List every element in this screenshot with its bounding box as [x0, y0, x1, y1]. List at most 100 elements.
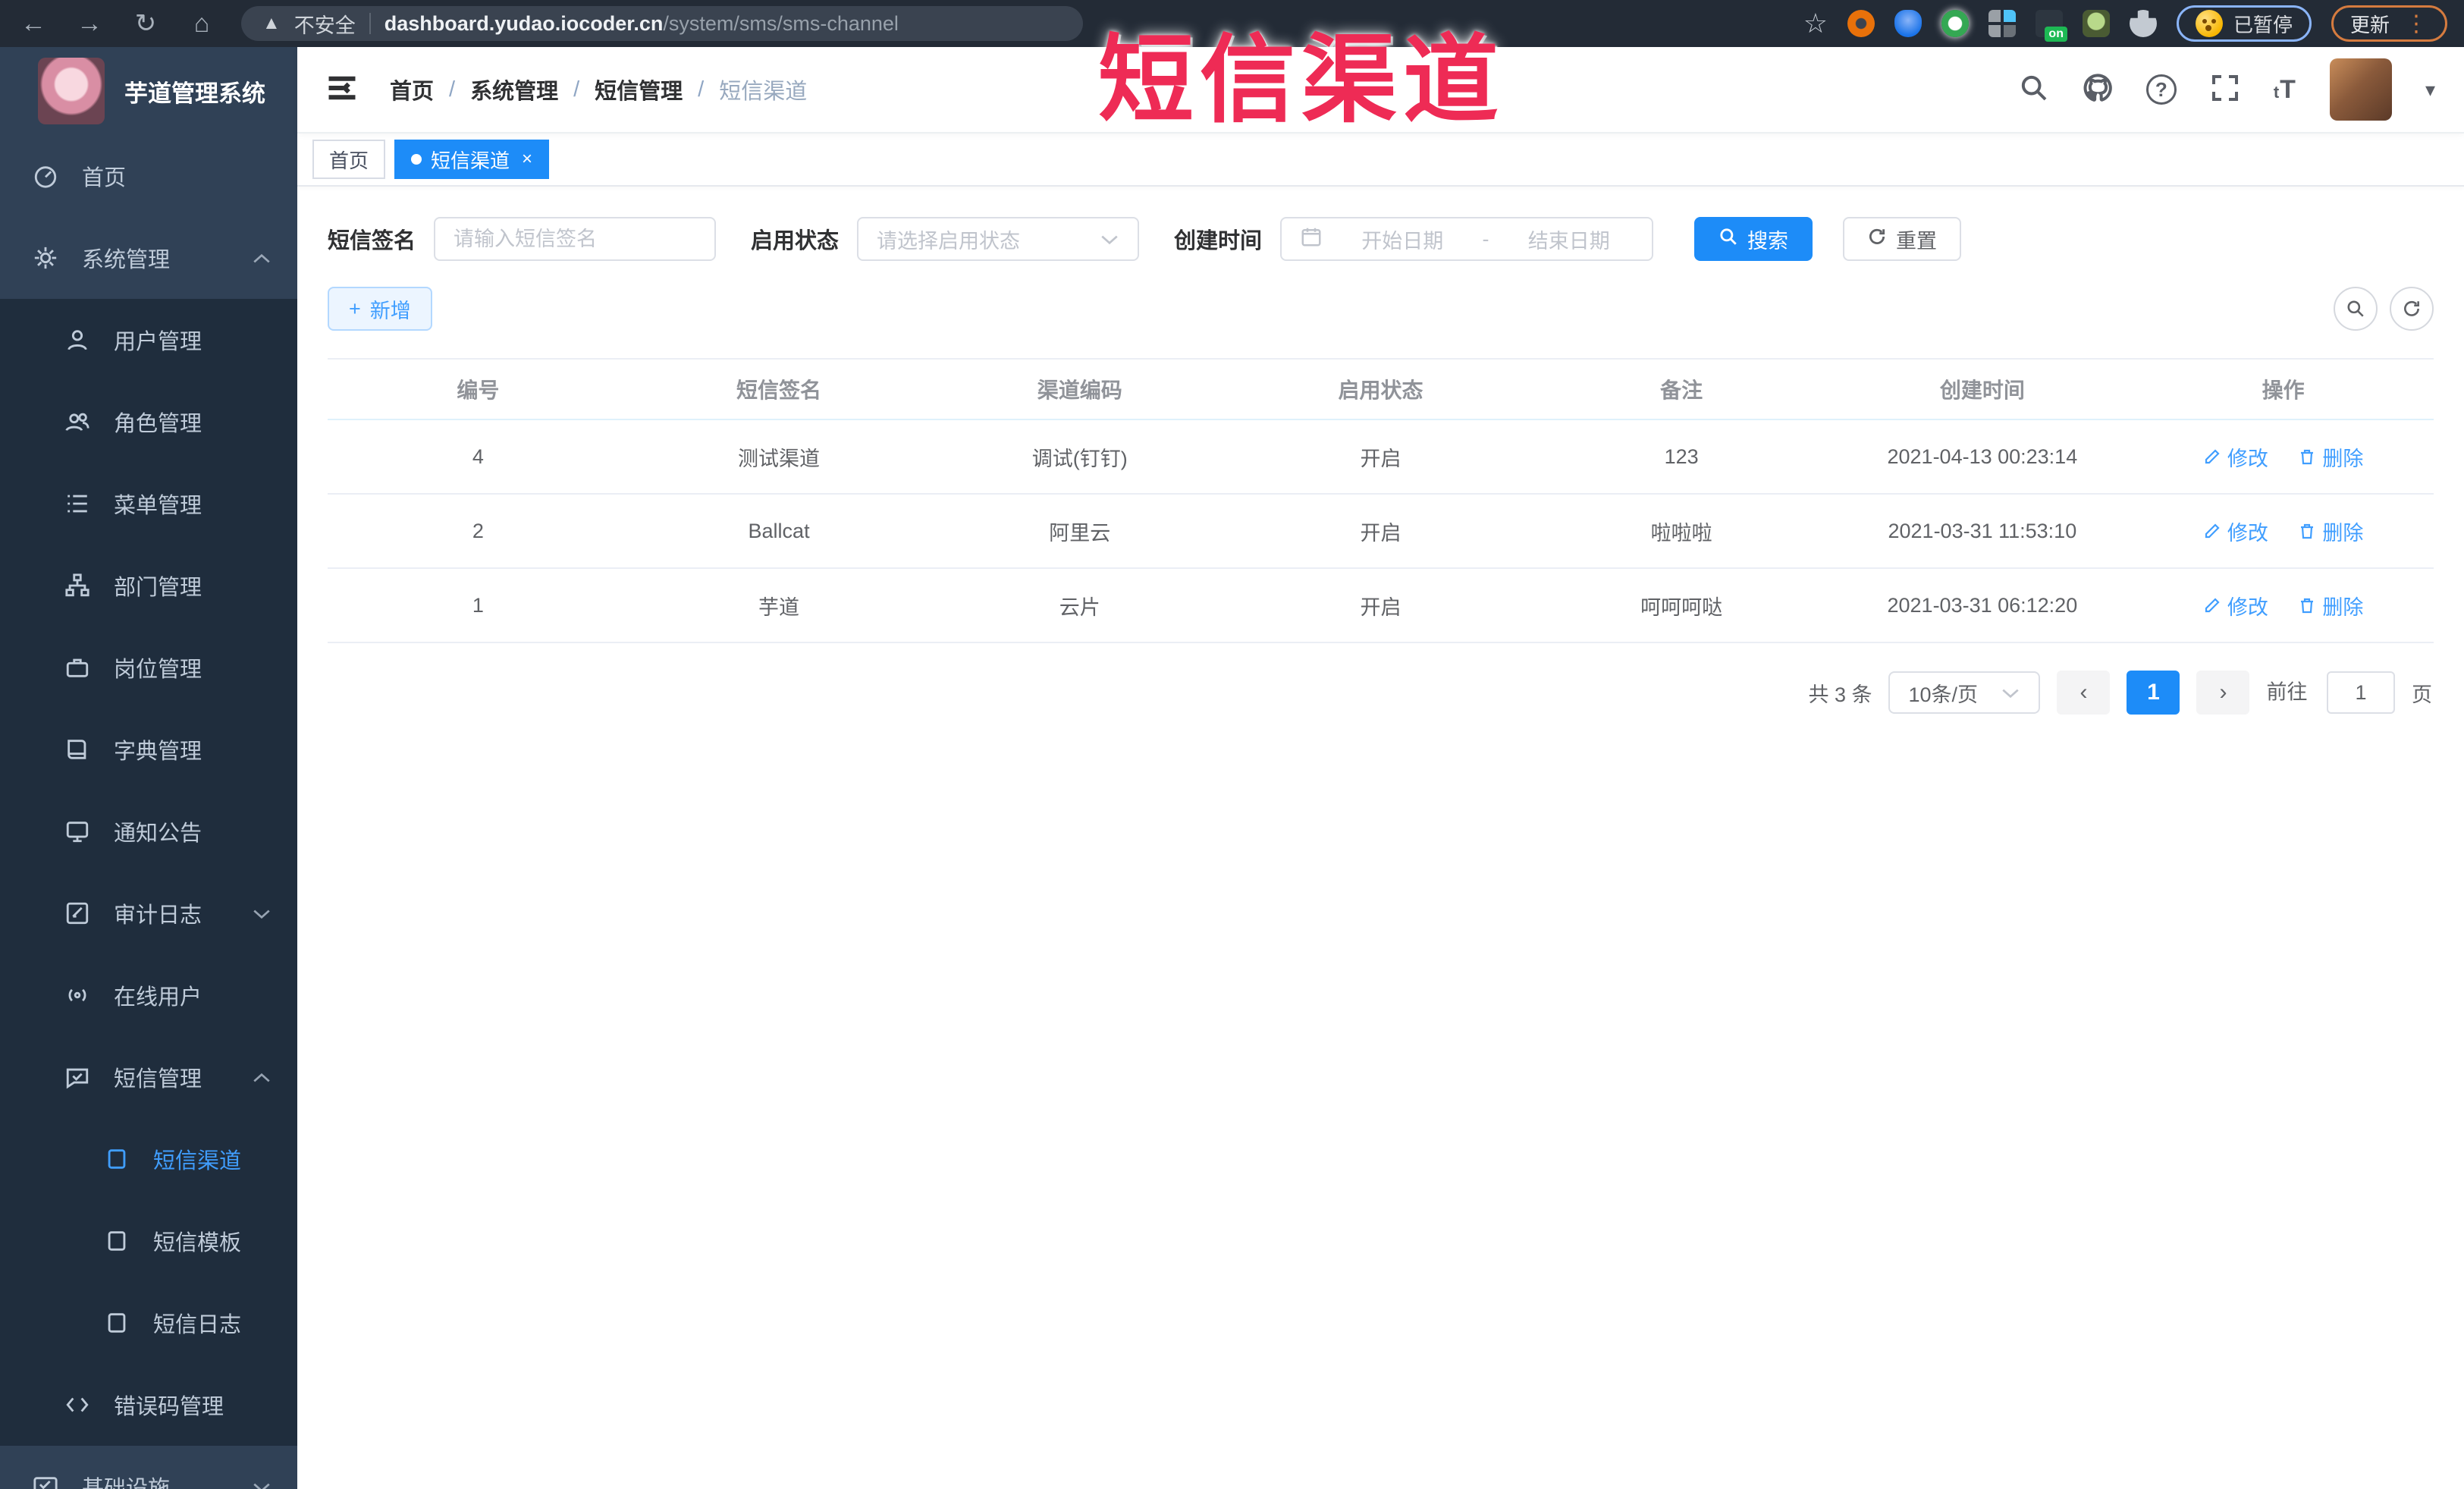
chevron-up-icon: [252, 1065, 272, 1090]
extension-blue-icon[interactable]: [1894, 10, 1922, 37]
date-range-picker[interactable]: 开始日期 - 结束日期: [1280, 217, 1654, 261]
sidebar-item-online-users[interactable]: 在线用户: [0, 954, 297, 1036]
app-logo-row[interactable]: 芋道管理系统: [0, 47, 297, 135]
home-icon[interactable]: ⌂: [185, 11, 218, 36]
sidebar-collapse-icon[interactable]: [326, 74, 358, 105]
address-divider: [369, 13, 371, 34]
screen: ← → ↻ ⌂ ▲ 不安全 dashboard.yudao.iocoder.cn…: [0, 0, 2464, 1489]
sidebar-item-dictionary[interactable]: 字典管理: [0, 708, 297, 790]
edit-link[interactable]: 修改: [2203, 442, 2268, 472]
delete-link[interactable]: 删除: [2298, 591, 2363, 620]
extensions-puzzle-icon[interactable]: [2129, 10, 2157, 37]
sidebar-item-audit-log[interactable]: 审计日志: [0, 872, 297, 954]
monitor-icon: [32, 1473, 59, 1489]
table-row: 4 测试渠道 调试(钉钉) 开启 123 2021-04-13 00:23:14…: [328, 419, 2434, 495]
url-host: dashboard.yudao.iocoder.cn: [384, 11, 664, 35]
sidebar-item-infrastructure[interactable]: 基础设施: [0, 1446, 297, 1489]
signature-label: 短信签名: [328, 229, 416, 253]
app-logo: [38, 58, 105, 124]
breadcrumb-home[interactable]: 首页: [390, 74, 434, 105]
browser-update-pill[interactable]: 更新 ⋮: [2331, 5, 2447, 42]
plus-icon: +: [349, 297, 361, 320]
sidebar-item-announcements[interactable]: 通知公告: [0, 790, 297, 872]
refresh-table-button[interactable]: [2390, 287, 2434, 331]
table-toolbar: + 新增: [328, 287, 2434, 331]
user-icon: [64, 326, 91, 353]
table-row: 2 Ballcat 阿里云 开启 啦啦啦 2021-03-31 11:53:10…: [328, 494, 2434, 569]
table-header-row: 编号 短信签名 渠道编码 启用状态 备注 创建时间 操作: [328, 358, 2434, 420]
main-panel: 首页 / 系统管理 / 短信管理 / 短信渠道 ? tT ▾ 首页 短信渠道 ×…: [297, 47, 2464, 1489]
extension-monkey-icon[interactable]: [2082, 10, 2110, 37]
extension-green-icon[interactable]: [1941, 10, 1969, 37]
back-icon[interactable]: ←: [17, 11, 50, 36]
delete-link[interactable]: 删除: [2298, 442, 2363, 472]
col-created: 创建时间: [1832, 358, 2133, 420]
col-remark: 备注: [1530, 358, 1832, 420]
sidebar-item-sms[interactable]: 短信管理: [0, 1036, 297, 1118]
sidebar-item-menus[interactable]: 菜单管理: [0, 463, 297, 545]
col-id: 编号: [328, 358, 629, 420]
next-page-button[interactable]: ›: [2196, 671, 2250, 715]
prev-page-button[interactable]: ‹: [2057, 671, 2111, 715]
warning-icon: ▲: [262, 13, 281, 33]
fullscreen-icon[interactable]: [2210, 73, 2240, 107]
breadcrumb-system[interactable]: 系统管理: [470, 74, 558, 105]
avatar[interactable]: [2329, 58, 2392, 121]
reload-icon[interactable]: ↻: [129, 11, 162, 36]
close-icon[interactable]: ×: [522, 149, 532, 170]
bookmark-star-icon[interactable]: ☆: [1803, 10, 1828, 37]
tab-sms-channel[interactable]: 短信渠道 ×: [394, 140, 550, 179]
extension-grid-icon[interactable]: [1988, 10, 2016, 37]
extension-orange-icon[interactable]: [1847, 10, 1875, 37]
goto-label: 前往: [2266, 680, 2308, 704]
chevron-down-icon: [1100, 228, 1119, 251]
update-label: 更新: [2349, 13, 2390, 36]
start-date-placeholder[interactable]: 开始日期: [1338, 225, 1467, 254]
edit-link[interactable]: 修改: [2203, 591, 2268, 620]
sms-message-icon: [64, 1063, 91, 1091]
github-icon[interactable]: [2083, 73, 2113, 107]
add-button[interactable]: + 新增: [328, 287, 432, 331]
signature-input-box: [434, 217, 717, 261]
sidebar-item-users[interactable]: 用户管理: [0, 299, 297, 381]
status-select[interactable]: 请选择启用状态: [857, 217, 1140, 261]
toggle-search-button[interactable]: [2334, 287, 2378, 331]
edit-link[interactable]: 修改: [2203, 517, 2268, 546]
sidebar-item-posts[interactable]: 岗位管理: [0, 627, 297, 708]
help-icon[interactable]: ?: [2145, 74, 2177, 105]
sidebar-item-sms-template[interactable]: 短信模板: [0, 1200, 297, 1282]
toolbar-right: [2334, 287, 2434, 331]
search-button[interactable]: 搜索: [1694, 217, 1813, 261]
current-page-button[interactable]: 1: [2127, 671, 2180, 715]
refresh-icon: [1867, 227, 1887, 252]
filter-form: 短信签名 启用状态 请选择启用状态 创建时间 开始日期 - 结束日期: [328, 217, 2434, 261]
goto-page-input[interactable]: [2327, 671, 2395, 714]
announcement-icon: [64, 818, 91, 845]
breadcrumb-sms[interactable]: 短信管理: [595, 74, 683, 105]
table-body: 4 测试渠道 调试(钉钉) 开启 123 2021-04-13 00:23:14…: [328, 419, 2434, 643]
header-search-icon[interactable]: [2019, 73, 2049, 107]
active-dot-icon: [411, 154, 422, 165]
sidebar-item-roles[interactable]: 角色管理: [0, 381, 297, 463]
sidebar-item-sms-log[interactable]: 短信日志: [0, 1282, 297, 1364]
tab-home[interactable]: 首页: [312, 140, 386, 179]
address-bar[interactable]: ▲ 不安全 dashboard.yudao.iocoder.cn/system/…: [241, 6, 1083, 41]
sidebar-item-home[interactable]: 首页: [0, 135, 297, 217]
extension-on-badge-icon[interactable]: [2035, 10, 2067, 42]
page-size-select[interactable]: 10条/页: [1888, 671, 2041, 714]
caret-down-icon[interactable]: ▾: [2425, 78, 2435, 102]
sidebar-item-system[interactable]: 系统管理: [0, 217, 297, 299]
sidebar-item-sms-channel[interactable]: 短信渠道: [0, 1118, 297, 1200]
delete-link[interactable]: 删除: [2298, 517, 2363, 546]
font-size-icon[interactable]: tT: [2274, 75, 2296, 105]
reset-button[interactable]: 重置: [1843, 217, 1962, 261]
sidebar-item-error-codes[interactable]: 错误码管理: [0, 1364, 297, 1446]
signature-input[interactable]: [454, 227, 697, 251]
sms-channel-table: 编号 短信签名 渠道编码 启用状态 备注 创建时间 操作 4 测试渠道 调试(钉…: [328, 358, 2434, 643]
forward-icon[interactable]: →: [73, 11, 106, 36]
end-date-placeholder[interactable]: 结束日期: [1505, 225, 1634, 254]
sidebar-item-departments[interactable]: 部门管理: [0, 545, 297, 627]
kebab-menu-icon[interactable]: ⋮: [2405, 11, 2428, 37]
profile-paused-pill[interactable]: 已暂停: [2176, 5, 2312, 42]
total-count: 共 3 条: [1808, 683, 1872, 706]
